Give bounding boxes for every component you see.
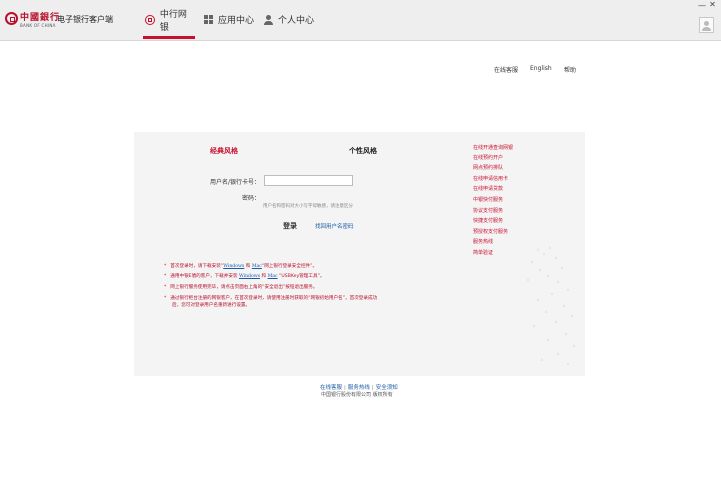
notice-item: 后，您可对登录用户名重新进行设置。	[172, 303, 250, 309]
bank-logo-icon	[5, 12, 18, 25]
notice-text: 和	[260, 274, 268, 279]
windows-link[interactable]: Windows	[239, 274, 260, 279]
online-service-link[interactable]: 在线客服	[494, 65, 518, 74]
notice-text: 和	[244, 264, 252, 269]
notice-bullet: *	[164, 264, 167, 269]
username-label: 用户名/银行卡号：	[209, 179, 260, 186]
grid-icon	[204, 15, 213, 24]
notice-text: 首次登录时，请下载安装“	[170, 264, 224, 269]
notice-text: 后，您可对登录用户名重新进行设置。	[172, 303, 251, 308]
right-link-simple-verify[interactable]: 简单验证	[473, 249, 493, 256]
tab-label: 应用中心	[218, 16, 255, 26]
english-link[interactable]: English	[530, 65, 552, 72]
password-hint: 用户名和密码对大小写字母敏感，请注意区分	[263, 204, 353, 209]
notice-item: * 通用中银E盾的客户，下载并安装 Windows 和 Mac “USBKey管理…	[164, 274, 325, 280]
mac-link[interactable]: Mac	[252, 264, 262, 269]
right-link-credit-card[interactable]: 在线申请信用卡	[473, 175, 508, 182]
right-link-preauth-pay[interactable]: 预授权支付服务	[473, 228, 508, 235]
minimize-button[interactable]: —	[698, 1, 706, 10]
right-link-account-booking[interactable]: 在线预约开户	[473, 154, 503, 161]
notice-bullet: *	[164, 296, 167, 301]
tab-label: 个人中心	[278, 16, 315, 26]
footer-copyright: 中国银行股份有限公司 版权所有	[321, 392, 393, 398]
tab-custom-style[interactable]: 个性风格	[349, 146, 377, 156]
login-button[interactable]: 登录	[283, 221, 297, 231]
notice-item: * 通过银行柜台注册的网银客户，在首次登录时，请使用注册时获取的“网银初始用户名”…	[164, 296, 377, 302]
bank-logo-english: BANK OF CHINA	[20, 23, 56, 28]
windows-link[interactable]: Windows	[223, 264, 244, 269]
username-input[interactable]	[264, 175, 353, 186]
mac-link[interactable]: Mac	[268, 274, 278, 279]
notice-item: * 网上银行服务使用完毕，请点击页面右上角的“安全退出”按钮退出服务。	[164, 285, 317, 291]
notice-text: “网上银行登录安全控件”。	[261, 264, 318, 269]
tab-label: 中行网银	[159, 9, 187, 33]
notice-text: 网上银行服务使用完毕，请点击页面右上角的“安全退出”按钮退出服务。	[170, 285, 318, 290]
password-label: 密码：	[241, 195, 260, 202]
right-link-agreement-pay[interactable]: 协议支付服务	[473, 207, 503, 214]
notice-text: 通过银行柜台注册的网银客户，在首次登录时，请使用注册时获取的“网银初始用户名”，…	[170, 296, 378, 301]
boc-logo-icon	[145, 14, 155, 25]
right-link-open-query[interactable]: 在线开通查询网银	[473, 144, 513, 151]
notice-text: 通用中银E盾的客户，下载并安装	[170, 274, 239, 279]
tab-app-center[interactable]: 应用中心	[204, 0, 254, 39]
right-link-express-pay[interactable]: 快捷支付服务	[473, 217, 503, 224]
user-icon	[264, 14, 273, 25]
help-link[interactable]: 帮助	[564, 65, 576, 74]
right-link-loan[interactable]: 在线申请贷款	[473, 185, 503, 192]
tab-personal-center[interactable]: 个人中心	[264, 0, 314, 39]
right-link-quickpay[interactable]: 中银快付服务	[473, 196, 503, 203]
notice-text: “USBKey管理工具”。	[277, 274, 325, 279]
app-title: 电子银行客户端	[57, 15, 113, 24]
avatar-button[interactable]	[699, 17, 714, 33]
bank-logo-chinese: 中國銀行	[20, 13, 61, 23]
right-link-hotline[interactable]: 服务热线	[473, 238, 493, 245]
close-button[interactable]: ✕	[708, 0, 717, 9]
footer-links: 在线客服 | 服务热线 | 安全须知	[320, 383, 398, 391]
notice-item: * 首次登录时，请下载安装“Windows 和 Mac“网上银行登录安全控件”。	[164, 264, 317, 270]
tab-classic-style[interactable]: 经典风格	[210, 146, 238, 156]
notice-bullet: *	[164, 274, 167, 279]
right-link-queue-booking[interactable]: 网点预约排队	[473, 164, 503, 171]
decorative-map-background	[526, 246, 576, 366]
forgot-credentials-link[interactable]: 找回用户名密码	[315, 222, 354, 230]
tab-online-banking[interactable]: 中行网银	[145, 0, 195, 39]
active-tab-indicator	[143, 36, 195, 39]
notice-bullet: *	[164, 285, 167, 290]
